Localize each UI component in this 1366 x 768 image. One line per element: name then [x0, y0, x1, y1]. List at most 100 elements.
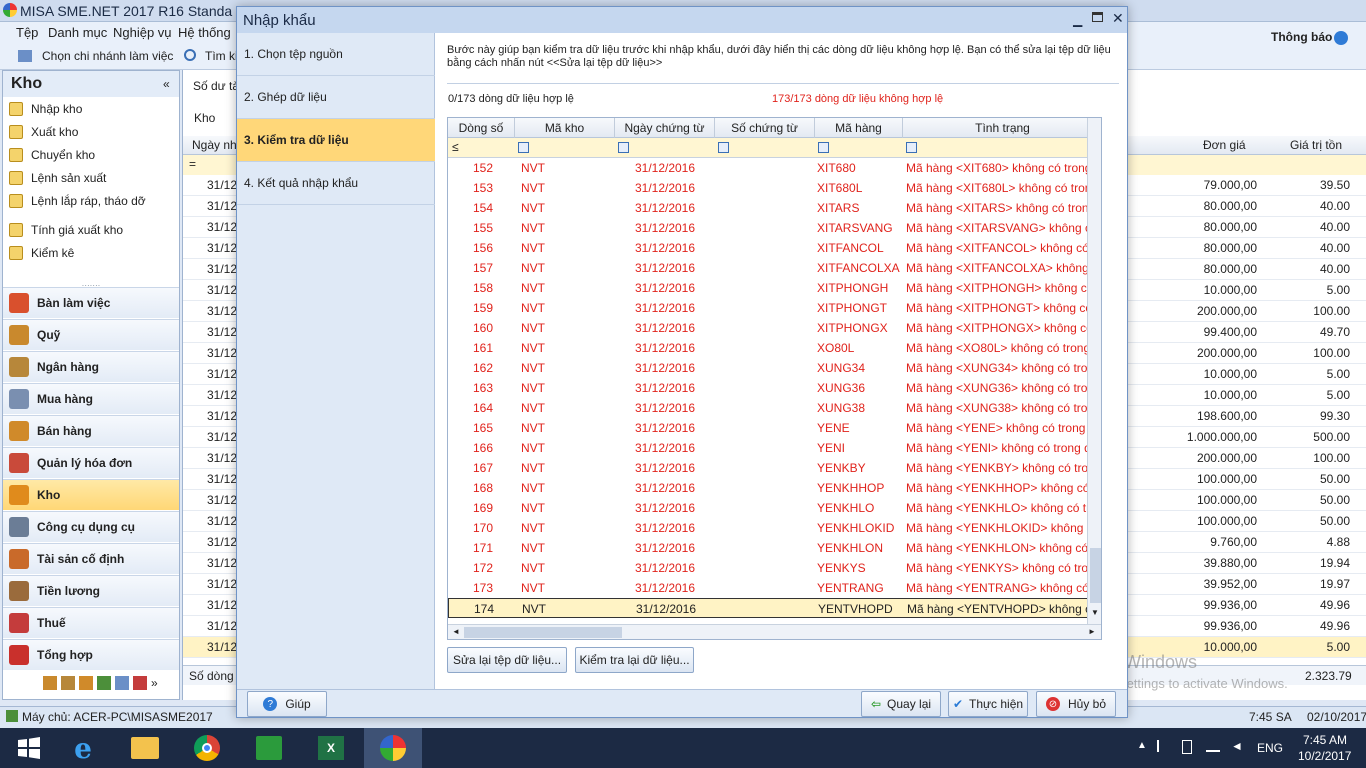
module-11[interactable]: Tổng hợp [3, 639, 179, 670]
excel-icon[interactable]: X [302, 728, 360, 768]
module-6[interactable]: Kho [3, 479, 179, 510]
step-check-data[interactable]: 3. Kiểm tra dữ liệu [237, 119, 435, 162]
menu-system[interactable]: Hệ thống [178, 25, 231, 40]
scroll-down-icon[interactable]: ▼ [1091, 608, 1099, 617]
store-icon[interactable] [240, 728, 298, 768]
help-button[interactable]: ? Giúp [247, 691, 327, 717]
recheck-button[interactable]: Kiểm tra lại dữ liệu... [575, 647, 694, 673]
table-row[interactable]: 152 NVT 31/12/2016 XIT680 Mã hàng <XIT680> k… [448, 158, 1101, 178]
table-row[interactable]: 168 NVT 31/12/2016 YENKHHOP Mã hàng <YENKHHO… [448, 478, 1101, 498]
network-icon[interactable] [1206, 740, 1220, 752]
sidebar-item-chuyen-kho[interactable]: Chuyển kho [9, 145, 95, 165]
col-item-code[interactable]: Mã hàng [815, 118, 903, 138]
cancel-button[interactable]: ⊘ Hủy bỏ [1036, 691, 1116, 717]
back-button[interactable]: ⇦ Quay lại [861, 691, 941, 717]
table-row[interactable]: 162 NVT 31/12/2016 XUNG34 Mã hàng <XUNG34> k… [448, 358, 1101, 378]
collapse-icon[interactable]: « [163, 77, 170, 91]
bg-tab[interactable]: Số dư tài [193, 79, 242, 93]
scroll-left-icon[interactable]: ◄ [452, 627, 460, 636]
col-voucher-no[interactable]: Số chứng từ [715, 118, 815, 138]
flag-icon[interactable] [1157, 740, 1169, 752]
table-row[interactable]: 169 NVT 31/12/2016 YENKHLO Mã hàng <YENKHLO>… [448, 498, 1101, 518]
execute-button[interactable]: ✔ Thực hiện [948, 691, 1028, 717]
notification-link[interactable]: Thông báo [1271, 30, 1332, 44]
table-row[interactable]: 167 NVT 31/12/2016 YENKBY Mã hàng <YENKBY> k… [448, 458, 1101, 478]
col-warehouse[interactable]: Mã kho [515, 118, 615, 138]
sidebar-item-kiem-ke[interactable]: Kiểm kê [9, 243, 74, 263]
col-voucher-date[interactable]: Ngày chứng từ [615, 118, 715, 138]
hscroll-thumb[interactable] [464, 627, 622, 638]
module-2[interactable]: Ngân hàng [3, 351, 179, 382]
tray-language[interactable]: ENG [1257, 741, 1283, 755]
tray-date[interactable]: 10/2/2017 [1298, 749, 1351, 763]
table-row[interactable]: 161 NVT 31/12/2016 XO80L Mã hàng <XO80L> khô… [448, 338, 1101, 358]
shortcut-icon[interactable] [79, 676, 93, 690]
table-row[interactable]: 171 NVT 31/12/2016 YENKHLON Mã hàng <YENKHLO… [448, 538, 1101, 558]
table-row[interactable]: 158 NVT 31/12/2016 XITPHONGH Mã hàng <XITPHO… [448, 278, 1101, 298]
table-row[interactable]: 165 NVT 31/12/2016 YENE Mã hàng <YENE> không… [448, 418, 1101, 438]
table-row[interactable]: 155 NVT 31/12/2016 XITARSVANG Mã hàng <XITAR… [448, 218, 1101, 238]
module-4[interactable]: Bán hàng [3, 415, 179, 446]
scroll-right-icon[interactable]: ► [1088, 627, 1096, 636]
table-row[interactable]: 154 NVT 31/12/2016 XITARS Mã hàng <XITARS> k… [448, 198, 1101, 218]
module-3[interactable]: Mua hàng [3, 383, 179, 414]
table-row[interactable]: 173 NVT 31/12/2016 YENTRANG Mã hàng <YENTRAN… [448, 578, 1101, 598]
horizontal-scrollbar[interactable]: ◄ ► [448, 624, 1101, 639]
table-row[interactable]: 170 NVT 31/12/2016 YENKHLOKID Mã hàng <YENKH… [448, 518, 1101, 538]
step-result[interactable]: 4. Kết quả nhập khẩu [237, 162, 435, 205]
table-row[interactable]: 164 NVT 31/12/2016 XUNG38 Mã hàng <XUNG38> k… [448, 398, 1101, 418]
filter-checkbox-icon[interactable] [718, 142, 729, 153]
shortcut-icon[interactable] [61, 676, 75, 690]
volume-icon[interactable]: ◄ [1231, 739, 1243, 753]
table-row[interactable]: 163 NVT 31/12/2016 XUNG36 Mã hàng <XUNG36> k… [448, 378, 1101, 398]
minimize-icon[interactable]: ▁ [1073, 13, 1082, 27]
menu-operations[interactable]: Nghiệp vụ [113, 25, 172, 40]
shortcut-icon[interactable] [133, 676, 147, 690]
sidebar-item-xuat-kho[interactable]: Xuất kho [9, 122, 78, 142]
table-row[interactable]: 172 NVT 31/12/2016 YENKYS Mã hàng <YENKYS> k… [448, 558, 1101, 578]
filter-sym[interactable]: ≤ [452, 140, 459, 154]
table-row[interactable]: 160 NVT 31/12/2016 XITPHONGX Mã hàng <XITPHO… [448, 318, 1101, 338]
table-row[interactable]: 166 NVT 31/12/2016 YENI Mã hàng <YENI> không… [448, 438, 1101, 458]
more-icon[interactable]: » [151, 676, 158, 692]
close-icon[interactable]: ✕ [1112, 10, 1124, 27]
module-5[interactable]: Quản lý hóa đơn [3, 447, 179, 478]
search-link[interactable]: Tìm ki [205, 49, 238, 63]
sidebar-item-tinh-gia[interactable]: Tính giá xuất kho [9, 220, 123, 240]
filter-checkbox-icon[interactable] [906, 142, 917, 153]
module-8[interactable]: Tài sản cố định [3, 543, 179, 574]
sidebar-item-lenh-san-xuat[interactable]: Lệnh sản xuất [9, 168, 106, 188]
table-row[interactable]: 153 NVT 31/12/2016 XIT680L Mã hàng <XIT680L>… [448, 178, 1101, 198]
chrome-icon[interactable] [178, 728, 236, 768]
filter-checkbox-icon[interactable] [818, 142, 829, 153]
filter-checkbox-icon[interactable] [518, 142, 529, 153]
col-status[interactable]: Tình trạng [903, 118, 1101, 138]
ie-icon[interactable]: e [54, 728, 112, 768]
scroll-thumb[interactable] [1090, 548, 1101, 603]
tray-time[interactable]: 7:45 AM [1303, 733, 1347, 747]
menu-file[interactable]: Tệp [16, 25, 38, 40]
branch-selector[interactable]: Chọn chi nhánh làm việc [42, 49, 173, 63]
step-map-data[interactable]: 2. Ghép dữ liệu [237, 76, 435, 119]
module-9[interactable]: Tiền lương [3, 575, 179, 606]
sidebar-item-nhap-kho[interactable]: Nhập kho [9, 99, 82, 119]
misa-taskbar-icon[interactable] [364, 728, 422, 768]
step-choose-file[interactable]: 1. Chọn tệp nguồn [237, 33, 435, 76]
table-row[interactable]: 157 NVT 31/12/2016 XITFANCOLXA Mã hàng <XITF… [448, 258, 1101, 278]
table-row[interactable]: 174 NVT 31/12/2016 YENTVHOPD Mã hàng <YENTVH… [448, 598, 1101, 618]
explorer-icon[interactable] [116, 728, 174, 768]
module-7[interactable]: Công cụ dụng cụ [3, 511, 179, 542]
notification-icon[interactable] [1334, 31, 1348, 45]
shortcut-icon[interactable] [97, 676, 111, 690]
sidebar-item-lenh-lap-rap[interactable]: Lệnh lắp ráp, tháo dỡ [9, 191, 146, 211]
menu-catalog[interactable]: Danh mục [48, 25, 107, 40]
filter-checkbox-icon[interactable] [618, 142, 629, 153]
table-row[interactable]: 159 NVT 31/12/2016 XITPHONGT Mã hàng <XITPHO… [448, 298, 1101, 318]
table-row[interactable]: 156 NVT 31/12/2016 XITFANCOL Mã hàng <XITFAN… [448, 238, 1101, 258]
tray-chevron-icon[interactable]: ▲ [1137, 740, 1147, 751]
start-button[interactable] [0, 728, 58, 768]
module-0[interactable]: Bàn làm việc [3, 287, 179, 318]
shortcut-icon[interactable] [43, 676, 57, 690]
module-1[interactable]: Quỹ [3, 319, 179, 350]
shortcut-icon[interactable] [115, 676, 129, 690]
